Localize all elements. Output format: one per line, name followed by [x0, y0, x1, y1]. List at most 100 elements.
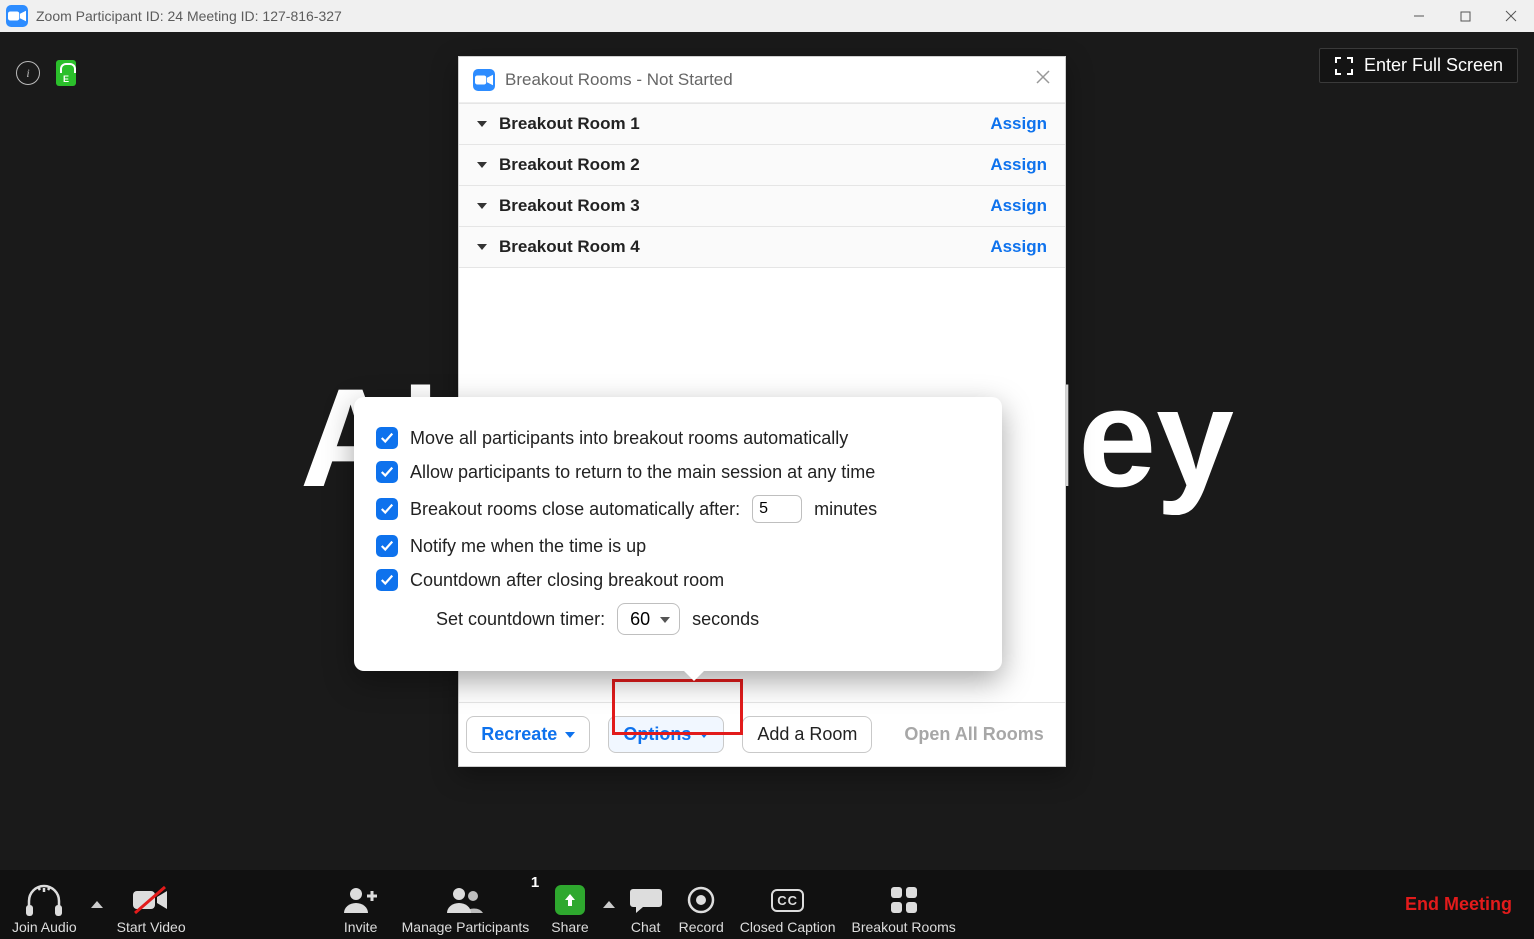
dialog-title: Breakout Rooms - Not Started — [505, 70, 733, 90]
chevron-down-icon — [477, 121, 487, 127]
recreate-label: Recreate — [481, 724, 557, 745]
option-auto-close[interactable]: Breakout rooms close automatically after… — [376, 495, 980, 523]
chevron-down-icon — [699, 732, 709, 738]
join-audio-button[interactable]: Join Audio — [4, 870, 85, 939]
room-list: Breakout Room 1 Assign Breakout Room 2 A… — [459, 103, 1065, 268]
checkbox-checked-icon[interactable] — [376, 461, 398, 483]
room-row[interactable]: Breakout Room 2 Assign — [459, 145, 1065, 186]
closed-caption-button[interactable]: CC Closed Caption — [732, 870, 844, 939]
recreate-button[interactable]: Recreate — [466, 716, 590, 753]
option-countdown[interactable]: Countdown after closing breakout room — [376, 569, 980, 591]
invite-icon — [342, 883, 380, 917]
open-all-label: Open All Rooms — [904, 724, 1043, 745]
manage-participants-label: Manage Participants — [402, 919, 530, 935]
zoom-logo-icon — [6, 5, 28, 27]
share-menu-chevron[interactable] — [597, 901, 621, 908]
window-title: Zoom Participant ID: 24 Meeting ID: 127-… — [36, 8, 342, 24]
assign-link[interactable]: Assign — [990, 114, 1047, 134]
video-area: i Enter Full Screen Alexa Brierley Break… — [0, 32, 1534, 870]
checkbox-checked-icon[interactable] — [376, 535, 398, 557]
add-room-label: Add a Room — [757, 724, 857, 745]
chevron-down-icon — [477, 244, 487, 250]
option-label: Notify me when the time is up — [410, 536, 646, 557]
room-row[interactable]: Breakout Room 1 Assign — [459, 104, 1065, 145]
assign-link[interactable]: Assign — [990, 155, 1047, 175]
checkbox-checked-icon[interactable] — [376, 498, 398, 520]
add-room-button[interactable]: Add a Room — [742, 716, 872, 753]
room-name: Breakout Room 2 — [499, 155, 640, 175]
option-label: Allow participants to return to the main… — [410, 462, 875, 483]
dialog-footer: Recreate Options Add a Room Open All Roo… — [459, 702, 1065, 766]
meeting-toolbar: Join Audio Start Video Invite 1 — [0, 870, 1534, 939]
start-video-button[interactable]: Start Video — [109, 870, 194, 939]
record-icon — [686, 883, 716, 917]
room-row[interactable]: Breakout Room 4 Assign — [459, 227, 1065, 268]
share-label: Share — [551, 919, 588, 935]
share-button[interactable]: Share — [543, 870, 596, 939]
option-allow-return[interactable]: Allow participants to return to the main… — [376, 461, 980, 483]
option-label-post: minutes — [814, 499, 877, 520]
fullscreen-icon — [1334, 56, 1354, 76]
chevron-up-icon — [603, 901, 615, 908]
meeting-info-icon[interactable]: i — [16, 61, 40, 85]
options-popover: Move all participants into breakout room… — [354, 397, 1002, 671]
minimize-button[interactable] — [1396, 0, 1442, 32]
checkbox-checked-icon[interactable] — [376, 427, 398, 449]
dialog-titlebar: Breakout Rooms - Not Started — [459, 57, 1065, 103]
assign-link[interactable]: Assign — [990, 237, 1047, 257]
popover-arrow-icon — [682, 669, 706, 681]
cc-icon: CC — [771, 883, 804, 917]
countdown-unit: seconds — [692, 609, 759, 630]
zoom-logo-icon — [473, 69, 495, 91]
room-name: Breakout Room 4 — [499, 237, 640, 257]
auto-close-minutes-input[interactable] — [752, 495, 802, 523]
participants-icon — [445, 883, 485, 917]
maximize-button[interactable] — [1442, 0, 1488, 32]
record-button[interactable]: Record — [671, 870, 732, 939]
chat-label: Chat — [631, 919, 661, 935]
breakout-rooms-button[interactable]: Breakout Rooms — [844, 870, 964, 939]
options-button[interactable]: Options — [608, 716, 724, 753]
assign-link[interactable]: Assign — [990, 196, 1047, 216]
option-notify-time-up[interactable]: Notify me when the time is up — [376, 535, 980, 557]
checkbox-checked-icon[interactable] — [376, 569, 398, 591]
option-label: Move all participants into breakout room… — [410, 428, 848, 449]
chat-icon — [629, 883, 663, 917]
chevron-down-icon — [565, 732, 575, 738]
encryption-lock-icon[interactable] — [56, 60, 76, 86]
invite-label: Invite — [344, 919, 377, 935]
countdown-label: Set countdown timer: — [436, 609, 605, 630]
video-off-icon — [131, 883, 171, 917]
share-icon — [555, 883, 585, 917]
countdown-timer-select[interactable]: 60 — [617, 603, 680, 635]
open-all-rooms-button[interactable]: Open All Rooms — [890, 717, 1057, 752]
options-label: Options — [623, 724, 691, 745]
chevron-down-icon — [477, 203, 487, 209]
participants-count: 1 — [531, 874, 539, 891]
close-button[interactable] — [1488, 0, 1534, 32]
audio-menu-chevron[interactable] — [85, 901, 109, 908]
breakout-rooms-icon — [889, 883, 919, 917]
headphones-icon — [23, 883, 65, 917]
closed-caption-label: Closed Caption — [740, 919, 836, 935]
close-icon[interactable] — [1035, 69, 1051, 90]
caption-buttons — [1396, 0, 1534, 32]
option-move-automatically[interactable]: Move all participants into breakout room… — [376, 427, 980, 449]
breakout-rooms-label: Breakout Rooms — [852, 919, 956, 935]
countdown-timer-row: Set countdown timer: 60 seconds — [376, 603, 980, 635]
start-video-label: Start Video — [117, 919, 186, 935]
chat-button[interactable]: Chat — [621, 870, 671, 939]
enter-fullscreen-button[interactable]: Enter Full Screen — [1319, 48, 1518, 83]
invite-button[interactable]: Invite — [334, 870, 388, 939]
room-name: Breakout Room 3 — [499, 196, 640, 216]
chevron-up-icon — [91, 901, 103, 908]
record-label: Record — [679, 919, 724, 935]
manage-participants-button[interactable]: 1 Manage Participants — [388, 870, 544, 939]
room-name: Breakout Room 1 — [499, 114, 640, 134]
option-label-pre: Breakout rooms close automatically after… — [410, 499, 740, 520]
end-meeting-button[interactable]: End Meeting — [1385, 894, 1524, 915]
option-label: Countdown after closing breakout room — [410, 570, 724, 591]
window-titlebar: Zoom Participant ID: 24 Meeting ID: 127-… — [0, 0, 1534, 32]
room-row[interactable]: Breakout Room 3 Assign — [459, 186, 1065, 227]
chevron-down-icon — [477, 162, 487, 168]
